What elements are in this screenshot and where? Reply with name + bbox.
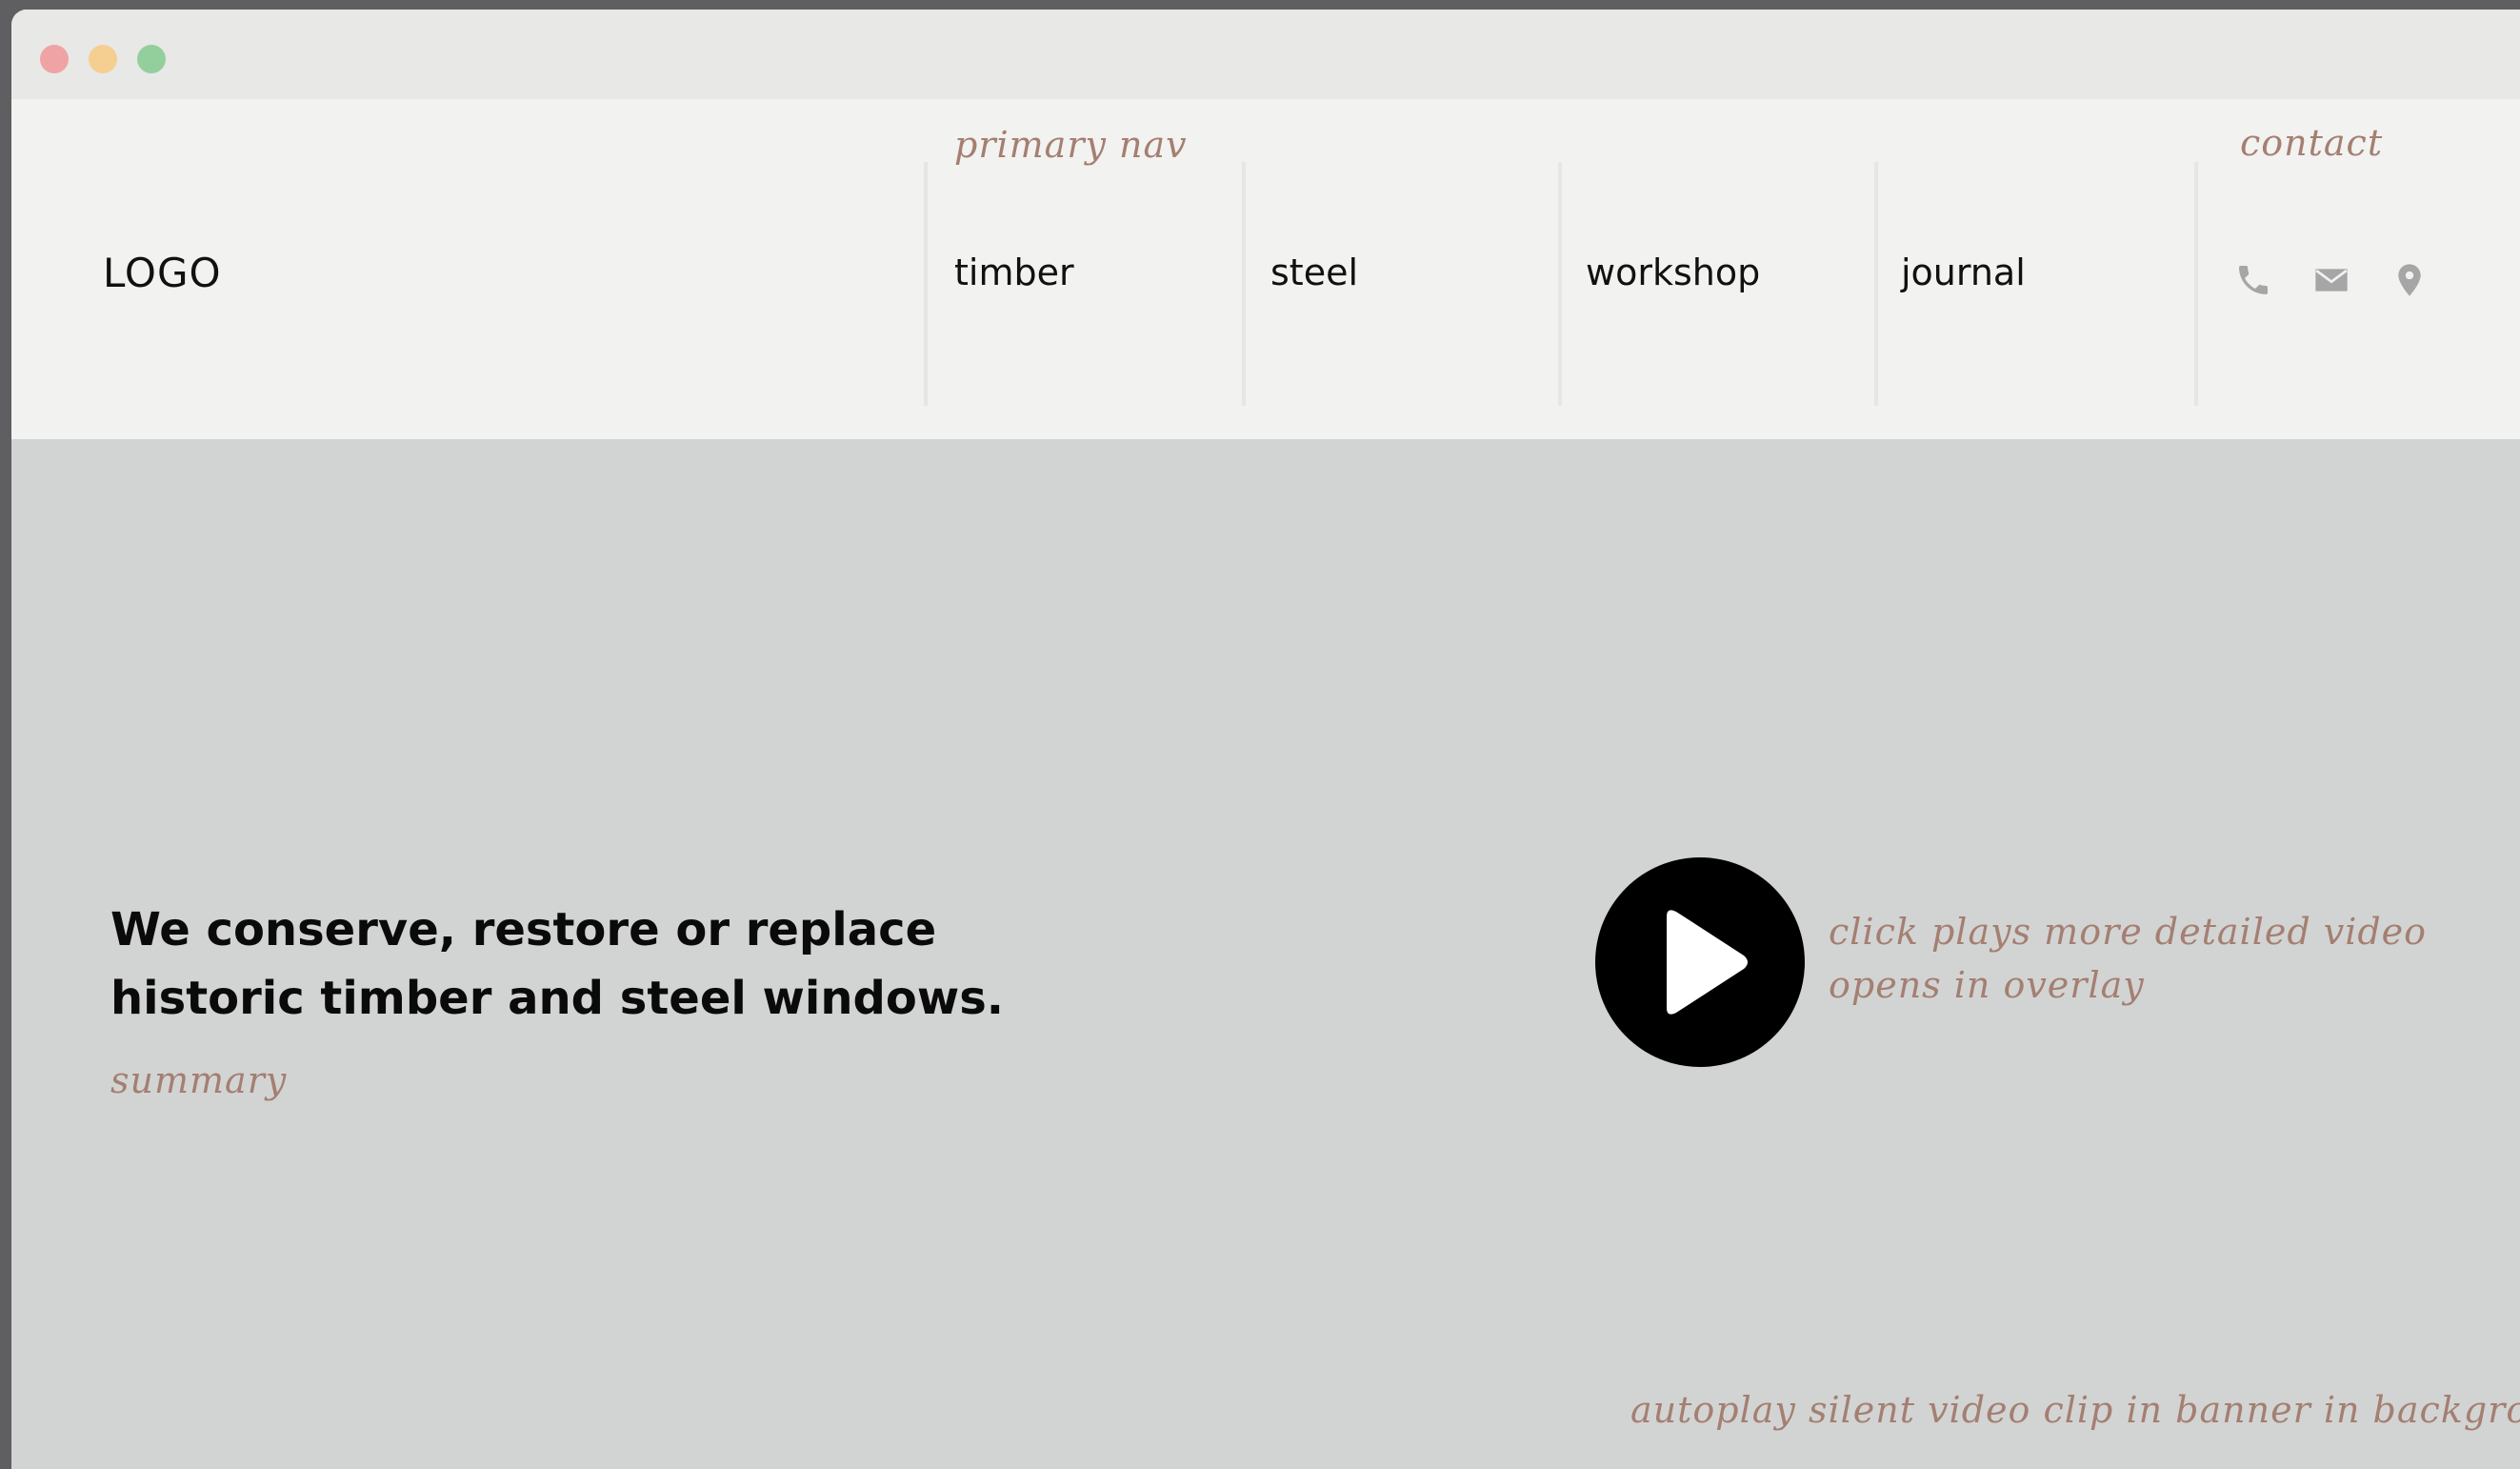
nav-divider — [1242, 162, 1246, 406]
nav-divider — [1874, 162, 1878, 406]
video-overlay-annotation: click plays more detailed video opens in… — [1829, 911, 2428, 1006]
banner-headline: We conserve, restore or replace historic… — [110, 903, 1004, 1025]
title-bar — [11, 10, 2520, 99]
nav-divider — [2194, 162, 2198, 406]
site-header: LOGO primary nav contact timber steel wo… — [11, 99, 2520, 439]
close-window-button[interactable] — [40, 45, 69, 73]
minimize-window-button[interactable] — [89, 45, 117, 73]
location-icon[interactable] — [2390, 261, 2429, 299]
nav-divider — [924, 162, 928, 406]
browser-window: LOGO primary nav contact timber steel wo… — [11, 10, 2520, 1469]
play-icon — [1667, 910, 1748, 1015]
autoplay-annotation: autoplay silent video clip in banner in … — [1630, 1389, 2520, 1431]
nav-item-journal[interactable]: journal — [1901, 252, 2026, 293]
phone-icon[interactable] — [2234, 261, 2272, 299]
site-logo[interactable]: LOGO — [103, 250, 222, 296]
nav-item-workshop[interactable]: workshop — [1586, 252, 1760, 293]
nav-item-steel[interactable]: steel — [1270, 252, 1358, 293]
maximize-window-button[interactable] — [137, 45, 166, 73]
email-icon[interactable] — [2310, 261, 2352, 299]
nav-divider — [1558, 162, 1562, 406]
primary-nav-annotation: primary nav — [954, 124, 1188, 166]
contact-annotation: contact — [2240, 122, 2384, 164]
summary-annotation: summary — [110, 1059, 288, 1101]
play-video-button[interactable] — [1595, 857, 1805, 1067]
nav-item-timber[interactable]: timber — [954, 252, 1074, 293]
